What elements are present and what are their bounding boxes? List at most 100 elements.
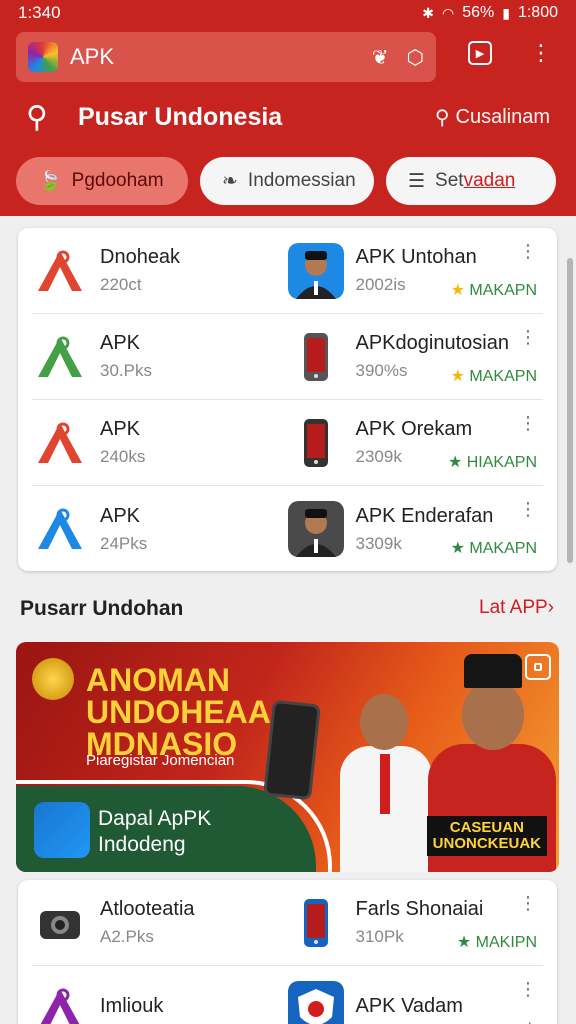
star-icon: ★ [450, 540, 465, 557]
app-name: APK [100, 332, 141, 354]
phone-illustration [263, 699, 321, 801]
app-item[interactable]: Imliouk [32, 966, 288, 1024]
app-item[interactable]: APK 30.Pks [32, 314, 288, 399]
banner-app-text: Dapal ApPK Indodeng [98, 807, 212, 856]
rating-badge: ★ MAKAPN [450, 540, 537, 557]
app-row: Dnoheak 220ct APK Untohan 2002is ⋮ ★ MAKAPN [32, 228, 543, 314]
more-options-icon[interactable]: ⋮ [519, 980, 537, 998]
chip-category-3[interactable]: ☰ Setvadan [386, 157, 556, 205]
banner-tag: CASEUAN UNONCKEUAK [426, 816, 547, 856]
rating-badge: ★ MAKAPN [450, 368, 537, 385]
banner-app-icon [34, 802, 90, 858]
leaf-outline-icon: ❧ [222, 170, 238, 192]
status-icons: ✱ ◠ 56% ▮ 1:800 [422, 4, 558, 22]
expand-icon[interactable] [525, 654, 551, 680]
triangle-logo-icon [32, 242, 88, 299]
address-bar[interactable]: APK ❦ ⬡ [16, 32, 436, 82]
battery-level: 56% [462, 4, 495, 21]
phone-icon [287, 894, 344, 951]
banner-subtitle: Piaregistar Jomencian [86, 752, 235, 769]
app-item[interactable]: APK Untohan 2002is ⋮ ★ MAKAPN [287, 228, 544, 313]
rating-badge: ★ HIAKAPN [447, 454, 537, 471]
more-options-icon[interactable]: ⋮ [519, 894, 537, 912]
scrollbar[interactable] [567, 258, 573, 563]
apps-grid-top: Dnoheak 220ct APK Untohan 2002is ⋮ ★ MAKAPN AP… [18, 228, 557, 571]
app-item[interactable]: Dnoheak 220ct [32, 228, 288, 313]
more-menu-icon[interactable]: ⋮ [530, 40, 552, 66]
app-name: APK [100, 504, 141, 527]
triangle-logo-icon [32, 501, 88, 557]
chip-label: Indomessian [247, 170, 356, 191]
app-item[interactable]: APK 240ks [32, 400, 288, 485]
app-item[interactable]: APK Orekam 2309k ⋮ ★ HIAKAPN [287, 400, 544, 485]
chip-label: Pgdooham [71, 170, 164, 191]
apps-grid-bottom: Atlooteatia A2.Pks Farls Shonaiai 310Pk ⋮ ★ M… [18, 880, 557, 1024]
battery-icon: ▮ [502, 4, 510, 21]
app-item[interactable]: APK Vadam ⋮ ★ [287, 966, 544, 1024]
app-item[interactable]: APK 24Pks [32, 486, 288, 572]
search-label: Cusalinam [455, 106, 550, 128]
star-icon: ★ [450, 368, 465, 385]
app-name: Atlooteatia [100, 898, 195, 920]
leaf-icon[interactable]: ❦ [372, 45, 389, 70]
person-icon [287, 501, 344, 557]
triangle-logo-icon [32, 981, 88, 1024]
status-time: 1:340 [18, 3, 61, 22]
shield-icon [287, 981, 344, 1024]
app-size: 240ks [100, 447, 146, 466]
search-button[interactable]: ⚲ Cusalinam [435, 105, 550, 130]
app-name: APK Vadam [355, 994, 463, 1017]
wifi-icon: ◠ [441, 4, 455, 21]
filter-icon: ☰ [408, 170, 426, 192]
app-header: 1:340 ✱ ◠ 56% ▮ 1:800 APK ❦ ⬡ ▶ ⋮ ⚲ Pusa… [0, 0, 576, 216]
app-item[interactable]: Atlooteatia A2.Pks [32, 880, 288, 965]
phone-icon [287, 328, 344, 385]
search-small-icon: ⚲ [434, 107, 450, 129]
app-row: APK 24Pks APK Enderafan 3309k ⋮ ★ MAKAPN [32, 486, 543, 572]
app-item[interactable]: Farls Shonaiai 310Pk ⋮ ★ MAKIPN [287, 880, 544, 965]
page-title: Pusar Undonesia [77, 103, 283, 131]
chip-label: Setvadan [435, 170, 516, 191]
triangle-logo-icon [32, 328, 88, 385]
chip-category-1[interactable]: 🍃 Pgdooham [16, 157, 188, 205]
more-options-icon[interactable]: ⋮ [519, 328, 537, 346]
camera-icon [32, 894, 88, 951]
rating-badge: ★ [523, 1018, 537, 1024]
person-icon [287, 242, 344, 299]
more-options-icon[interactable]: ⋮ [519, 414, 537, 432]
app-item[interactable]: APKdoginutosian 390%s ⋮ ★ MAKAPN [287, 314, 544, 399]
lock-icon[interactable]: ⬡ [407, 45, 424, 70]
toolbar-icons: ▶ ⋮ [468, 40, 552, 66]
status-clock: 1:800 [517, 4, 558, 21]
app-size: 220ct [100, 275, 142, 294]
star-icon: ★ [523, 1020, 537, 1024]
header-search-row: ⚲ Pusar Undonesia ⚲ Cusalinam [26, 100, 550, 135]
bluetooth-icon: ✱ [422, 4, 434, 21]
search-icon[interactable]: ⚲ [26, 100, 48, 135]
banner-title: ANOMAN UNDOHEAA MDNASIO [86, 662, 271, 762]
chip-category-2[interactable]: ❧ Indomessian [200, 157, 374, 205]
site-logo-icon [28, 42, 58, 72]
emblem-icon [32, 658, 74, 700]
see-all-link[interactable]: Lat APP› [479, 597, 554, 619]
star-icon: ★ [450, 282, 465, 299]
star-icon: ★ [447, 454, 463, 471]
phone-icon [287, 414, 344, 471]
app-name: APK [100, 418, 141, 440]
address-text: APK [70, 44, 115, 69]
app-row: APK 30.Pks APKdoginutosian 390%s ⋮ ★ MAKAPN [32, 314, 543, 400]
app-name: Dnoheak [100, 246, 181, 268]
app-row: APK 240ks APK Orekam 2309k ⋮ ★ HIAKAPN [32, 400, 543, 486]
leaf-icon: 🍃 [38, 171, 62, 192]
promo-banner[interactable]: ANOMAN UNDOHEAA MDNASIO Piaregistar Jome… [16, 642, 559, 872]
app-size: 30.Pks [100, 361, 152, 380]
rating-badge: ★ MAKIPN [456, 934, 537, 951]
app-row: Imliouk APK Vadam ⋮ ★ [32, 966, 543, 1024]
chevron-right-icon: › [547, 597, 554, 618]
more-options-icon[interactable]: ⋮ [519, 242, 537, 260]
more-options-icon[interactable]: ⋮ [519, 500, 537, 518]
section-title: Pusarr Undohan [20, 597, 184, 620]
app-item[interactable]: APK Enderafan 3309k ⋮ ★ MAKAPN [287, 486, 544, 572]
triangle-logo-icon [32, 414, 88, 471]
tabs-icon[interactable]: ▶ [468, 41, 492, 65]
